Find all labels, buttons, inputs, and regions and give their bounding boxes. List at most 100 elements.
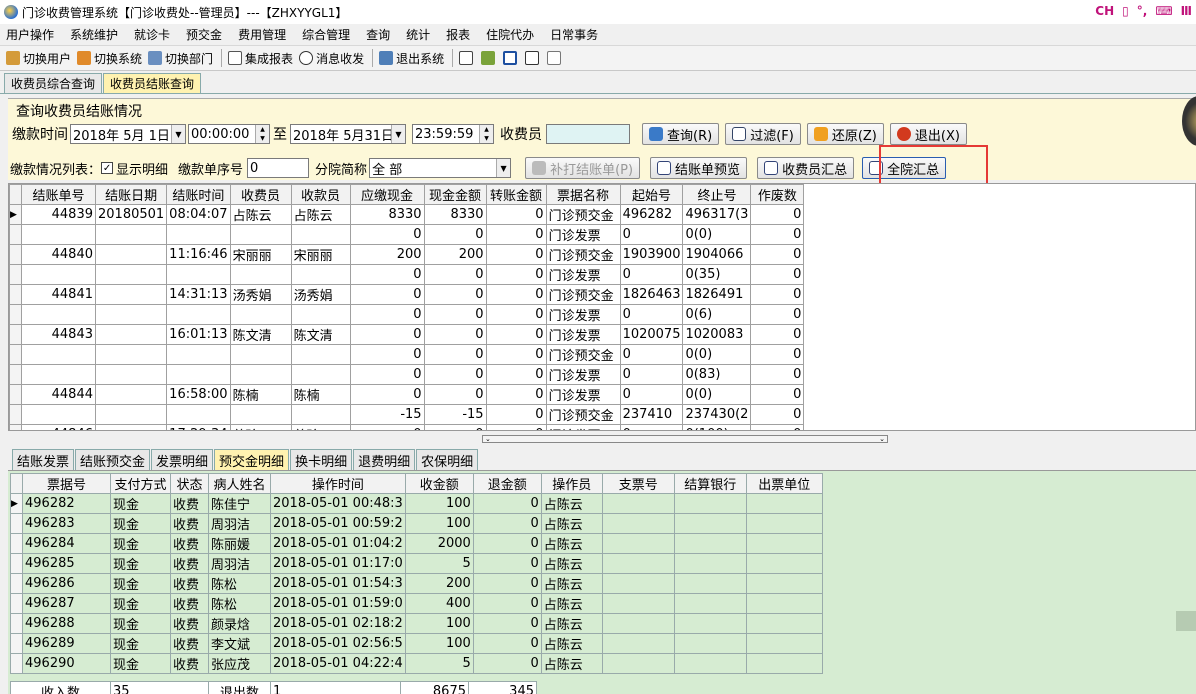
row-indicator[interactable] (10, 533, 23, 554)
column-header[interactable]: 结账单号 (21, 184, 96, 205)
column-header[interactable]: 票据号 (22, 473, 111, 494)
menu-item[interactable]: 日常事务 (550, 26, 598, 43)
row-indicator[interactable] (10, 653, 23, 674)
table-row[interactable]: 496288 现金 收费 颜录焓 2018-05-01 02:18:2 100 0 占陈云 (10, 613, 823, 634)
show-detail-label[interactable]: 显示明细 (116, 159, 168, 178)
menu-item[interactable]: 系统维护 (70, 26, 118, 43)
table-row[interactable]: 0 0 0 门诊预交金 0 0(0) 0 (9, 344, 805, 365)
tab-detail[interactable]: 农保明细 (416, 449, 479, 470)
column-header[interactable]: 状态 (170, 473, 209, 494)
column-header[interactable]: 转账金额 (485, 184, 547, 205)
ime-bar[interactable]: CH ▯ °, ⌨ Ⅲ (1095, 4, 1192, 18)
spin-icon[interactable]: ▲ ▼ (479, 125, 493, 143)
column-header[interactable]: 终止号 (682, 184, 752, 205)
reprint-button[interactable]: 补打结账单(P) (525, 157, 641, 179)
ime-menu-icon[interactable]: Ⅲ (1181, 4, 1192, 18)
notepad-icon[interactable] (547, 51, 562, 65)
column-header[interactable]: 操作时间 (270, 473, 406, 494)
column-header[interactable]: 支付方式 (110, 473, 171, 494)
row-indicator[interactable]: ▶ (9, 204, 22, 225)
seq-input[interactable]: 0 (247, 158, 310, 178)
tab-cashier-overview[interactable]: 收费员综合查询 (4, 73, 103, 93)
row-indicator[interactable] (9, 424, 22, 430)
table-row[interactable]: 0 0 0 门诊发票 0 0(0) 0 (9, 224, 805, 245)
dropdown-arrow-icon[interactable]: ▼ (391, 125, 405, 143)
menu-item[interactable]: 用户操作 (6, 26, 54, 43)
column-header[interactable]: 收费员 (229, 184, 292, 205)
scrollbar-thumb[interactable] (1176, 611, 1196, 631)
row-indicator[interactable]: ▶ (10, 493, 23, 514)
cashier-input[interactable] (546, 124, 630, 144)
column-header[interactable]: 结账时间 (166, 184, 231, 205)
dropdown-arrow-icon[interactable]: ▼ (496, 159, 511, 177)
row-indicator[interactable] (9, 384, 22, 405)
dropdown-arrow-icon[interactable]: ▼ (171, 125, 185, 143)
column-header[interactable]: 收款员 (290, 184, 351, 205)
table-row[interactable]: 496290 现金 收费 张应茂 2018-05-01 04:22:4 5 0 占陈云 (10, 653, 823, 674)
column-header[interactable]: 现金金额 (423, 184, 487, 205)
ime-mode-icon[interactable]: ▯ (1122, 4, 1129, 18)
table-row[interactable]: 496284 现金 收费 陈丽媛 2018-05-01 01:04:2 2000 0 占陈云 (10, 533, 823, 554)
ime-punct-icon[interactable]: °, (1137, 4, 1148, 18)
switch-system-button[interactable]: 切换系统 (77, 50, 142, 67)
tab-cashier-settlement[interactable]: 收费员结账查询 (103, 73, 202, 93)
row-indicator[interactable] (9, 264, 22, 285)
column-header[interactable]: 收金额 (404, 473, 474, 494)
row-indicator[interactable] (9, 304, 22, 325)
table-row[interactable]: -15 -15 0 门诊预交金 237410 237430(2 0 (9, 404, 805, 425)
tab-detail[interactable]: 结账预交金 (75, 449, 151, 470)
splitter-bar[interactable]: ⌄ ⌄ (482, 435, 888, 443)
query-button[interactable]: 查询(R) (642, 123, 720, 145)
row-indicator[interactable] (10, 633, 23, 654)
table-row[interactable]: 496283 现金 收费 周羽洁 2018-05-01 00:59:2 100 0 占陈云 (10, 513, 823, 534)
messages-button[interactable]: 消息收发 (299, 50, 364, 67)
table-row[interactable]: 496286 现金 收费 陈松 2018-05-01 01:54:3 200 0 占陈云 (10, 573, 823, 594)
row-indicator[interactable] (9, 404, 22, 425)
time-to-input[interactable]: 23:59:59 ▲ ▼ (412, 124, 494, 144)
row-indicator[interactable] (9, 284, 22, 305)
column-header[interactable]: 出票单位 (745, 473, 823, 494)
cashier-summary-button[interactable]: 收费员汇总 (757, 157, 855, 179)
preview-button[interactable]: 结账单预览 (650, 157, 748, 179)
table-row[interactable]: 44841 14:31:13 汤秀娟 汤秀娟 0 0 0 门诊预交金 1826463 182649… (9, 284, 805, 305)
exit-system-button[interactable]: 退出系统 (379, 50, 444, 67)
table-row[interactable]: 44843 16:01:13 陈文清 陈文清 0 0 0 门诊发票 1020075 1020083… (9, 324, 805, 345)
checkbox-icon[interactable] (503, 51, 518, 65)
table-row[interactable]: 0 0 0 门诊发票 0 0(83) 0 (9, 364, 805, 385)
tab-detail[interactable]: 退费明细 (353, 449, 416, 470)
column-header[interactable]: 作废数 (750, 184, 805, 205)
column-header[interactable]: 起始号 (619, 184, 684, 205)
row-indicator[interactable] (9, 324, 22, 345)
date-from-picker[interactable]: 2018年 5月 1日 ▼ (70, 124, 186, 144)
row-indicator[interactable] (10, 573, 23, 594)
table-row[interactable]: 496287 现金 收费 陈松 2018-05-01 01:59:0 400 0 占陈云 (10, 593, 823, 614)
table-row[interactable]: 496285 现金 收费 周羽洁 2018-05-01 01:17:0 5 0 占陈云 (10, 553, 823, 574)
restore-button[interactable]: 还原(Z) (806, 123, 884, 145)
row-indicator[interactable] (10, 513, 23, 534)
menu-item[interactable]: 报表 (446, 26, 470, 43)
ime-lang[interactable]: CH (1095, 4, 1114, 18)
document-icon[interactable] (525, 51, 540, 65)
menu-item[interactable]: 就诊卡 (134, 26, 170, 43)
table-row[interactable]: 0 0 0 门诊发票 0 0(35) 0 (9, 264, 805, 285)
column-header[interactable]: 病人姓名 (208, 473, 271, 494)
edit-icon[interactable] (459, 51, 474, 65)
row-indicator[interactable] (10, 593, 23, 614)
column-header[interactable]: 结账日期 (94, 184, 168, 205)
table-row[interactable]: 4484617:29:34曾珍曾珍000门诊发票00(100)0 (9, 424, 805, 430)
tab-detail[interactable]: 预交金明细 (214, 449, 290, 470)
switch-dept-button[interactable]: 切换部门 (148, 50, 213, 67)
row-indicator[interactable] (9, 244, 22, 265)
exit-button[interactable]: 退出(X) (889, 123, 967, 145)
table-row[interactable]: 44844 16:58:00 陈楠 陈楠 0 0 0 门诊发票 0 0(0) 0 (9, 384, 805, 405)
column-header[interactable]: 支票号 (601, 473, 675, 494)
menu-item[interactable]: 住院代办 (486, 26, 534, 43)
row-indicator[interactable] (10, 613, 23, 634)
row-indicator[interactable] (10, 553, 23, 574)
switch-user-button[interactable]: 切换用户 (6, 50, 71, 67)
spin-icon[interactable]: ▲ ▼ (255, 125, 269, 143)
column-header[interactable]: 操作员 (540, 473, 603, 494)
table-row[interactable]: ▶ 44839 20180501 08:04:07 占陈云 占陈云 8330 8330 0 门诊预… (9, 204, 805, 225)
table-row[interactable]: 44840 11:16:46 宋丽丽 宋丽丽 200 200 0 门诊预交金 1903900 19… (9, 244, 805, 265)
menu-item[interactable]: 查询 (366, 26, 390, 43)
